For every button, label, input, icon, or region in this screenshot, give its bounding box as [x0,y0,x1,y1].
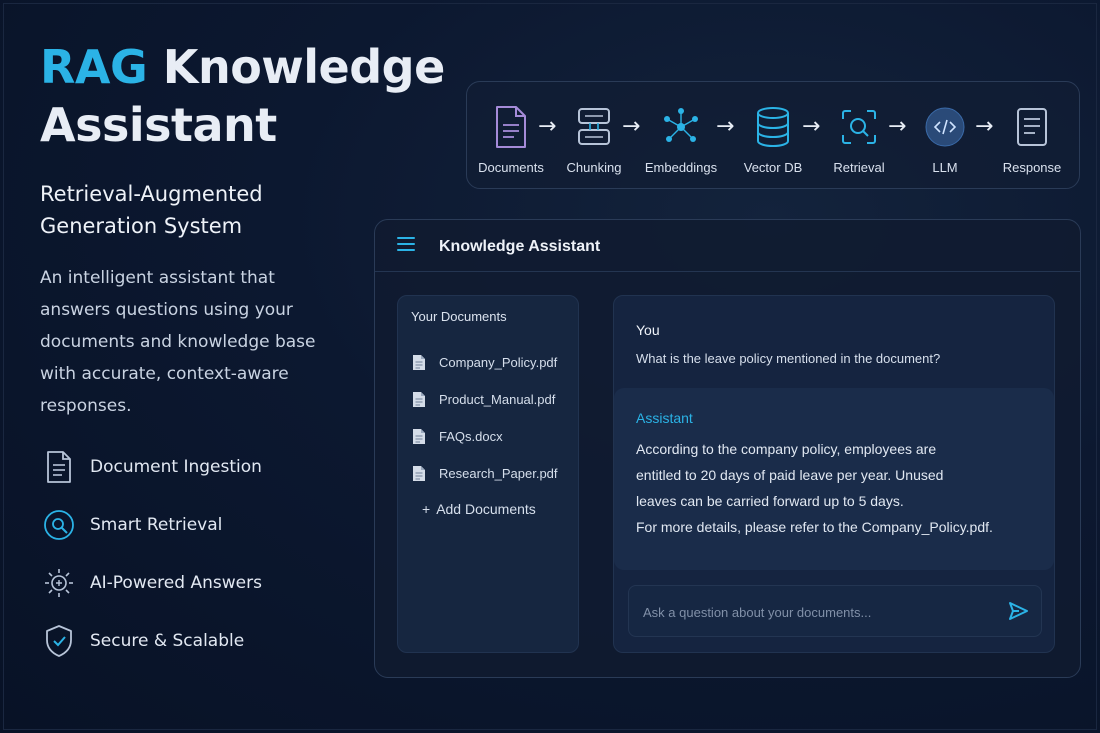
rag-pipeline: Documents → Chunking → Embeddings → Vect… [466,81,1080,189]
feature-smart-retrieval: Smart Retrieval [40,506,262,544]
feature-label: AI-Powered Answers [90,573,262,593]
subtitle-line: Generation System [40,214,243,238]
pipeline-step-label: Documents [478,160,544,175]
file-icon [412,465,428,482]
plus-icon: + [422,501,431,517]
menu-icon[interactable] [397,237,415,255]
pipeline-step-label: Retrieval [833,160,885,175]
feature-document-ingestion: Document Ingestion [40,448,262,486]
chat-input-box [628,585,1042,638]
brain-icon [40,564,78,602]
add-documents-button[interactable]: + Add Documents [422,501,536,517]
file-icon [412,428,428,445]
assistant-message-line: entitled to 20 days of paid leave per ye… [636,467,944,483]
chat-panel: You What is the leave policy mentioned i… [613,295,1055,653]
knowledge-assistant-window: Knowledge Assistant Your Documents Compa… [374,219,1081,678]
pipeline-step-label: Chunking [566,160,622,175]
description-line: with accurate, context-aware [40,364,289,384]
pipeline-step-label: LLM [932,160,958,175]
response-icon [987,102,1077,152]
assistant-message-card: Assistant According to the company polic… [614,388,1054,570]
description-line: responses. [40,396,132,416]
document-list: Company_Policy.pdf Product_Manual.pdf FA… [412,344,558,492]
feature-label: Document Ingestion [90,457,262,477]
document-icon [40,448,78,486]
feature-list: Document Ingestion Smart Retrieval AI-Po… [40,448,262,680]
file-icon [412,354,428,371]
documents-panel: Your Documents Company_Policy.pdf Produc… [397,295,579,653]
feature-label: Secure & Scalable [90,631,245,651]
embeddings-icon [636,102,726,152]
hero-title: RAG Knowledge Assistant [40,38,445,154]
pipeline-step-label: Vector DB [743,160,803,175]
feature-label: Smart Retrieval [90,515,223,535]
hero-subtitle: Retrieval-Augmented Generation System [40,178,340,242]
document-item[interactable]: FAQs.docx [412,418,558,455]
pipeline-step-label: Response [1002,160,1062,175]
pipeline-step-embeddings: Embeddings [636,102,726,175]
hero-title-rest: Knowledge [147,40,446,94]
description-line: answers questions using your [40,300,293,320]
search-icon [40,506,78,544]
hero-description: An intelligent assistant that answers qu… [40,262,340,422]
user-label: You [636,322,660,338]
document-item[interactable]: Company_Policy.pdf [412,344,558,381]
document-item[interactable]: Research_Paper.pdf [412,455,558,492]
document-name: Company_Policy.pdf [439,355,558,370]
send-icon[interactable] [1007,600,1029,622]
subtitle-line: Retrieval-Augmented [40,182,263,206]
feature-ai-powered-answers: AI-Powered Answers [40,564,262,602]
pipeline-step-response: Response [987,102,1077,175]
pipeline-step-label: Embeddings [644,160,718,175]
assistant-label: Assistant [636,410,693,426]
assistant-message-line: leaves can be carried forward up to 5 da… [636,493,904,509]
add-documents-label: Add Documents [436,501,536,517]
assistant-message-line: According to the company policy, employe… [636,441,937,457]
description-line: An intelligent assistant that [40,268,275,288]
document-name: Product_Manual.pdf [439,392,556,407]
app-header: Knowledge Assistant [375,220,1080,272]
document-name: Research_Paper.pdf [439,466,558,481]
assistant-message-line: For more details, please refer to the Co… [636,519,993,535]
file-icon [412,391,428,408]
hero-title-accent: RAG [40,40,148,94]
documents-heading: Your Documents [411,309,507,324]
shield-icon [40,622,78,660]
assistant-message: According to the company policy, employe… [636,436,1046,540]
hero-title-line2: Assistant [40,98,277,152]
description-line: documents and knowledge base [40,332,316,352]
feature-secure-scalable: Secure & Scalable [40,622,262,660]
document-name: FAQs.docx [439,429,503,444]
user-message: What is the leave policy mentioned in th… [636,351,941,366]
question-input[interactable] [641,586,995,638]
app-title: Knowledge Assistant [439,238,601,255]
document-item[interactable]: Product_Manual.pdf [412,381,558,418]
